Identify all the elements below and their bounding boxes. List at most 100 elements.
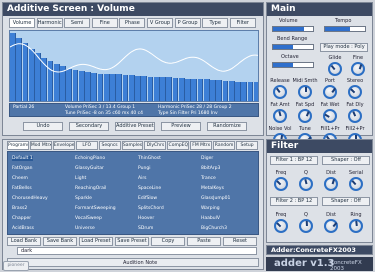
freq-knob[interactable]: [274, 177, 288, 191]
octave-slider-fill: [273, 63, 293, 67]
glide-knob[interactable]: [328, 62, 342, 76]
program-item[interactable]: Light: [75, 176, 86, 181]
fat-dly-knob[interactable]: [348, 109, 362, 123]
preview-button[interactable]: Preview: [161, 122, 201, 131]
program-item[interactable]: Sparkle: [75, 196, 92, 201]
fine-knob[interactable]: [351, 62, 365, 76]
program-item[interactable]: SplitsChord: [138, 206, 164, 211]
filter1-shaper-select[interactable]: Shaper : Off: [322, 156, 370, 165]
program-item[interactable]: VocalSweep: [75, 216, 102, 221]
copy-button[interactable]: Copy: [151, 237, 185, 246]
tab-phase[interactable]: Phase: [119, 18, 146, 28]
dist-knob[interactable]: [324, 177, 338, 191]
play-mode-select[interactable]: Play mode : Poly: [320, 43, 368, 52]
program-item[interactable]: Hoover: [138, 216, 154, 221]
filter2-type-select[interactable]: Filter 2 : BP 12: [270, 197, 318, 206]
preset-name-field[interactable]: dark: [17, 247, 257, 255]
knob-indicator: [350, 88, 356, 94]
load-bank-button[interactable]: Load Bank: [7, 237, 41, 246]
browser-tab-compeq[interactable]: CompEQ: [167, 141, 190, 150]
program-item[interactable]: MetalKeys: [201, 186, 224, 191]
program-item[interactable]: 8bitArp3: [201, 166, 220, 171]
tab-semi[interactable]: Semi: [64, 18, 91, 28]
program-item[interactable]: Warping: [201, 206, 220, 211]
octave-slider[interactable]: [272, 62, 314, 68]
program-item[interactable]: Trance: [201, 176, 216, 181]
program-item[interactable]: EchoingPiano: [75, 156, 105, 161]
save-preset-button[interactable]: Save Preset: [115, 237, 149, 246]
browser-tab-programs[interactable]: Programs: [7, 141, 29, 150]
browser-tab-mod-mtrx[interactable]: Mod Mtrx: [29, 141, 52, 150]
reset-button[interactable]: Reset: [223, 237, 257, 246]
browser-tab-envelope[interactable]: Envelope: [52, 141, 75, 150]
q-knob[interactable]: [299, 177, 313, 191]
program-item[interactable]: FatOrgan: [12, 166, 32, 171]
knob-indicator: [305, 111, 310, 117]
load-preset-button[interactable]: Load Preset: [79, 237, 113, 246]
save-bank-button[interactable]: Save Bank: [43, 237, 77, 246]
program-item[interactable]: Cheem: [12, 176, 28, 181]
program-item[interactable]: ReachingOrail: [75, 186, 106, 191]
program-item[interactable]: Brass2: [12, 206, 27, 211]
paste-button[interactable]: Paste: [187, 237, 221, 246]
browser-tab-random[interactable]: Random: [213, 141, 236, 150]
browser-tab-fm-mtrx[interactable]: FM Mtrx: [190, 141, 213, 150]
program-list[interactable]: Default 1 FatOrgan Cheem FatBellss ChorusedH…: [7, 151, 259, 235]
undo-button[interactable]: Undo: [23, 122, 63, 131]
secondary-button[interactable]: Secondary: [69, 122, 109, 131]
program-item[interactable]: Universe: [75, 226, 95, 231]
program-item[interactable]: SDrum: [138, 226, 153, 231]
program-item[interactable]: GlassyGuitar: [75, 166, 104, 171]
randomize-button[interactable]: Randomize: [207, 122, 247, 131]
fat-wet-knob[interactable]: [323, 109, 337, 123]
serial-knob[interactable]: [349, 177, 363, 191]
program-item[interactable]: ThinGhost: [138, 156, 161, 161]
browser-tab-lfo[interactable]: LFO: [75, 141, 98, 150]
tab-volume[interactable]: Volume: [9, 18, 35, 28]
program-item[interactable]: EdifSlow: [138, 196, 157, 201]
program-item[interactable]: AcidBrass: [12, 226, 34, 231]
browser-tab-samples[interactable]: Samples: [121, 141, 144, 150]
program-item[interactable]: Diger: [201, 156, 213, 161]
program-item[interactable]: Chapper: [12, 216, 31, 221]
tab-fine[interactable]: Fine: [91, 18, 118, 28]
program-item[interactable]: SpaceLine: [138, 186, 161, 191]
fat-amt-knob[interactable]: [273, 109, 287, 123]
program-item[interactable]: GlassJump01: [201, 196, 230, 201]
ring-knob[interactable]: [349, 219, 363, 233]
tab-harmonic[interactable]: Harmonic: [36, 18, 63, 28]
q-label: Q: [304, 170, 308, 176]
browser-tab-dlychrs[interactable]: DlyChrs: [144, 141, 167, 150]
tab-v-group[interactable]: V Group: [147, 18, 173, 28]
program-item[interactable]: Pungi: [138, 166, 150, 171]
freq-knob[interactable]: [274, 219, 288, 233]
tab-p-group[interactable]: P Group: [174, 18, 201, 28]
additive-presets-button[interactable]: Additive Presets: [115, 122, 155, 131]
tab-filter[interactable]: Filter: [229, 18, 256, 28]
filter1-type-select[interactable]: Filter 1 : BP 12: [270, 156, 318, 165]
audition-keyboard[interactable]: Audition Note: [7, 258, 259, 267]
release-knob[interactable]: [273, 85, 287, 99]
filter2-shaper-select[interactable]: Shaper : Off: [322, 197, 370, 206]
port-knob[interactable]: [323, 85, 337, 99]
dist-knob[interactable]: [324, 219, 338, 233]
tab-type[interactable]: Type: [202, 18, 229, 28]
program-item[interactable]: FormantSweeping: [75, 206, 116, 211]
program-item[interactable]: Airs: [138, 176, 147, 181]
browser-tab-seqncs[interactable]: Seqncs: [98, 141, 121, 150]
fat-spd-knob[interactable]: [298, 109, 312, 123]
fat-wet-label: Fat Wet: [320, 102, 340, 108]
volume-slider[interactable]: [272, 26, 314, 32]
program-item[interactable]: Default 1: [12, 156, 33, 161]
stereo-knob[interactable]: [348, 85, 362, 99]
program-item[interactable]: BigChurch3: [201, 226, 227, 231]
midi-smth-knob[interactable]: [298, 85, 312, 99]
bend-range-slider[interactable]: [272, 44, 314, 50]
program-item[interactable]: FatBellss: [12, 186, 32, 191]
q-knob[interactable]: [299, 219, 313, 233]
program-item[interactable]: ChorusedHeavy: [12, 196, 48, 201]
program-item[interactable]: HaabulV: [201, 216, 220, 221]
partial-graph[interactable]: [9, 30, 259, 102]
browser-tab-setup[interactable]: Setup: [236, 141, 258, 150]
tempo-slider[interactable]: [324, 26, 366, 32]
